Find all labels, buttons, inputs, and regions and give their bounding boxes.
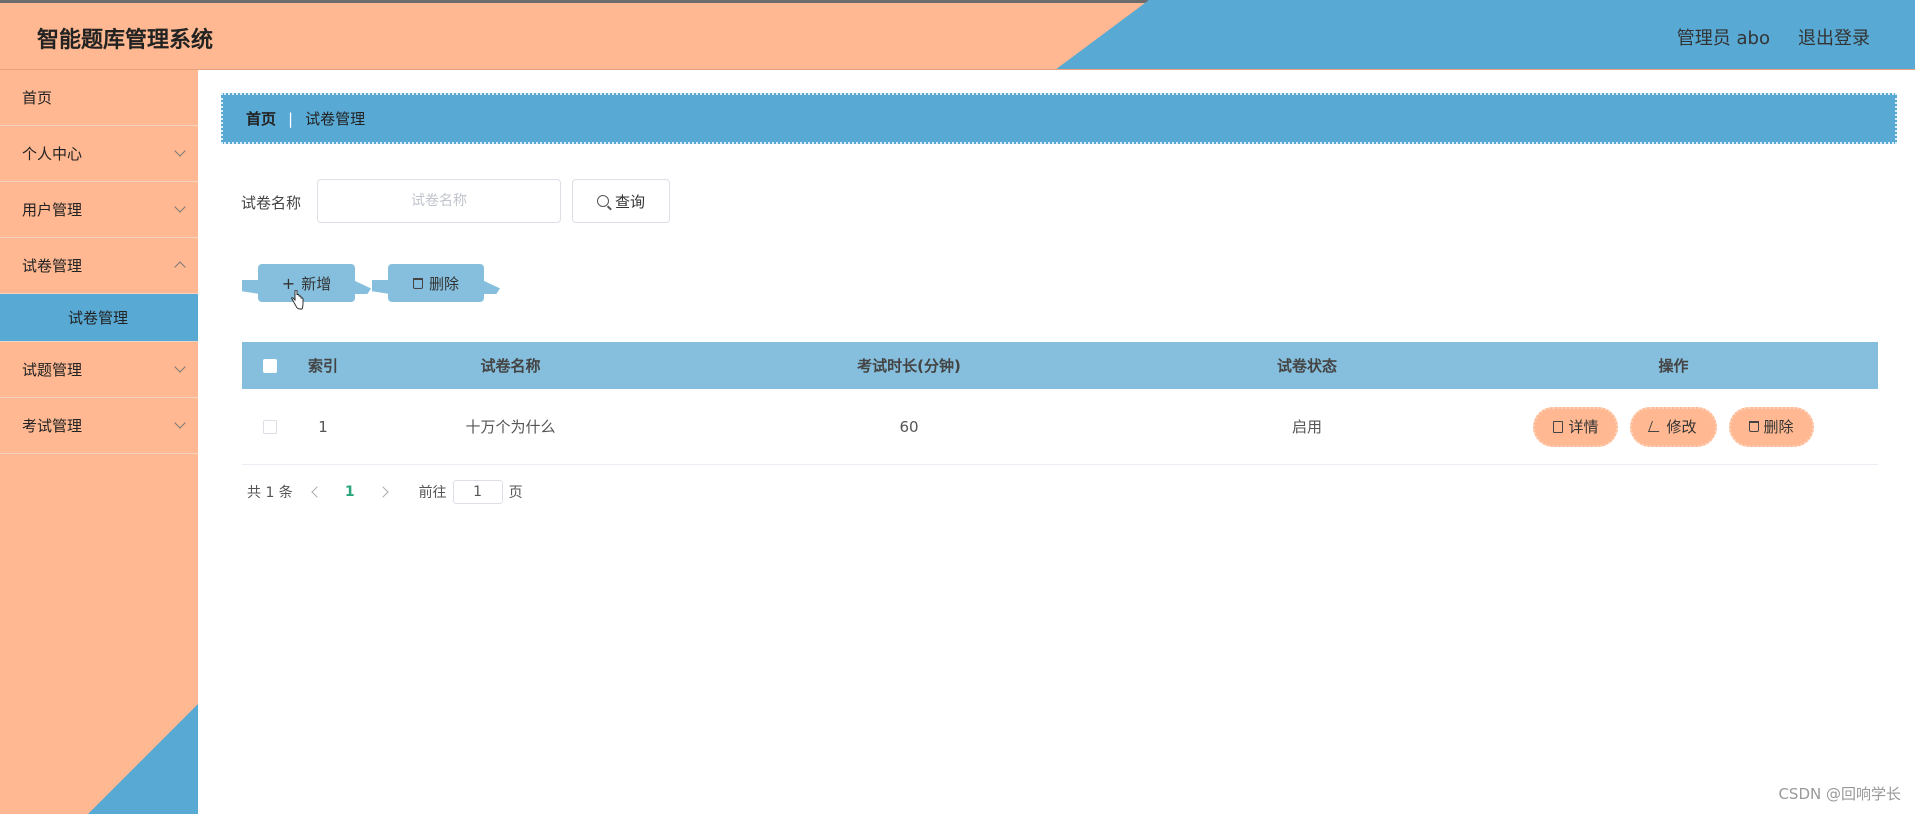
pagination-page-unit: 页 — [508, 485, 523, 501]
column-header-index: 索引 — [307, 357, 338, 375]
pagination-goto-input[interactable] — [452, 480, 503, 504]
detail-button[interactable]: 详情 — [1533, 406, 1619, 447]
pagination-current-page[interactable]: 1 — [345, 484, 355, 500]
cell-index: 1 — [318, 417, 328, 436]
edit-button-label: 修改 — [1666, 418, 1697, 436]
batch-delete-button[interactable]: 删除 — [372, 264, 500, 302]
row-delete-button[interactable]: 删除 — [1728, 406, 1814, 447]
breadcrumb-current: 试卷管理 — [305, 110, 366, 128]
detail-button-label: 详情 — [1568, 418, 1599, 436]
sidebar-item-label: 个人中心 — [22, 145, 83, 163]
cell-status: 启用 — [1291, 418, 1322, 436]
pagination-goto-label: 前往 — [418, 485, 447, 501]
chevron-right-icon[interactable] — [376, 486, 389, 498]
trash-icon — [1748, 421, 1759, 432]
paper-name-search-input[interactable] — [317, 179, 561, 223]
search-icon — [596, 195, 609, 207]
table-row: 1 十万个为什么 60 启用 详情 修改 删除 — [242, 389, 1878, 465]
column-header-duration: 考试时长(分钟) — [857, 357, 961, 375]
button-ribbon-right — [482, 280, 500, 294]
button-ribbon-right — [353, 280, 371, 294]
column-header-operations: 操作 — [1658, 357, 1689, 375]
chevron-down-icon — [174, 361, 186, 373]
breadcrumb-home-link[interactable]: 首页 — [246, 108, 276, 129]
sidebar-item-label: 考试管理 — [22, 417, 83, 435]
cell-operations: 详情 修改 删除 — [1469, 406, 1878, 447]
edit-icon — [1648, 421, 1664, 432]
search-button[interactable]: 查询 — [572, 179, 670, 223]
watermark: CSDN @回响学长 — [1778, 785, 1901, 803]
sidebar-subitem-paper-management[interactable]: 试卷管理 — [0, 294, 198, 342]
document-icon — [1553, 420, 1564, 433]
sidebar-item-label: 试题管理 — [22, 361, 83, 379]
sidebar-item-label: 试卷管理 — [22, 257, 83, 275]
column-header-paper-name: 试卷名称 — [480, 357, 541, 375]
admin-user-label[interactable]: 管理员 abo — [1677, 24, 1770, 50]
add-button-label: 新增 — [301, 274, 332, 293]
button-ribbon-left — [242, 280, 260, 294]
sidebar-item-user-management[interactable]: 用户管理 — [0, 182, 198, 238]
button-ribbon-left — [372, 280, 390, 294]
chevron-left-icon[interactable] — [311, 486, 323, 498]
app-title: 智能题库管理系统 — [37, 28, 214, 53]
paper-table: 索引 试卷名称 考试时长(分钟) 试卷状态 操作 1 十万个为什么 60 启用 … — [242, 342, 1878, 465]
edit-button[interactable]: 修改 — [1630, 406, 1717, 447]
trash-icon — [412, 277, 423, 289]
header-blue-wedge — [1055, 0, 1915, 69]
search-button-label: 查询 — [614, 192, 645, 211]
chevron-down-icon — [174, 201, 186, 213]
chevron-down-icon — [174, 417, 186, 429]
sidebar-item-paper-management[interactable]: 试卷管理 — [0, 238, 198, 294]
pagination-total: 共 1 条 — [247, 485, 293, 501]
search-label: 试卷名称 — [241, 194, 302, 212]
sidebar-item-personal-center[interactable]: 个人中心 — [0, 126, 198, 182]
row-checkbox[interactable] — [263, 419, 277, 434]
hand-cursor-icon — [291, 290, 304, 310]
cell-duration: 60 — [899, 417, 919, 436]
delete-button-label: 删除 — [428, 274, 459, 293]
sidebar-item-home[interactable]: 首页 — [0, 70, 198, 126]
table-header-row: 索引 试卷名称 考试时长(分钟) 试卷状态 操作 — [242, 342, 1878, 389]
chevron-up-icon — [174, 261, 186, 273]
top-header: 智能题库管理系统 管理员 abo 退出登录 — [0, 0, 1915, 70]
pagination: 共 1 条 1 前往 页 — [247, 480, 523, 504]
column-header-status: 试卷状态 — [1276, 357, 1337, 375]
sidebar-item-label: 用户管理 — [22, 201, 83, 219]
logout-link[interactable]: 退出登录 — [1798, 24, 1870, 50]
chevron-down-icon — [174, 145, 186, 157]
cell-paper-name: 十万个为什么 — [465, 418, 556, 436]
select-all-checkbox[interactable] — [263, 358, 277, 373]
sidebar-blue-corner — [88, 704, 198, 814]
breadcrumb: 首页 | 试卷管理 — [221, 93, 1897, 144]
sidebar: 首页 个人中心 用户管理 试卷管理 试卷管理 试题管理 考试管理 — [0, 70, 198, 814]
add-button[interactable]: + 新增 — [242, 264, 371, 302]
sidebar-item-question-management[interactable]: 试题管理 — [0, 342, 198, 398]
sidebar-item-label: 首页 — [22, 89, 53, 107]
breadcrumb-separator: | — [288, 109, 294, 128]
header-user-area: 管理员 abo 退出登录 — [1677, 24, 1870, 50]
row-delete-button-label: 删除 — [1763, 418, 1794, 436]
sidebar-item-exam-management[interactable]: 考试管理 — [0, 398, 198, 454]
